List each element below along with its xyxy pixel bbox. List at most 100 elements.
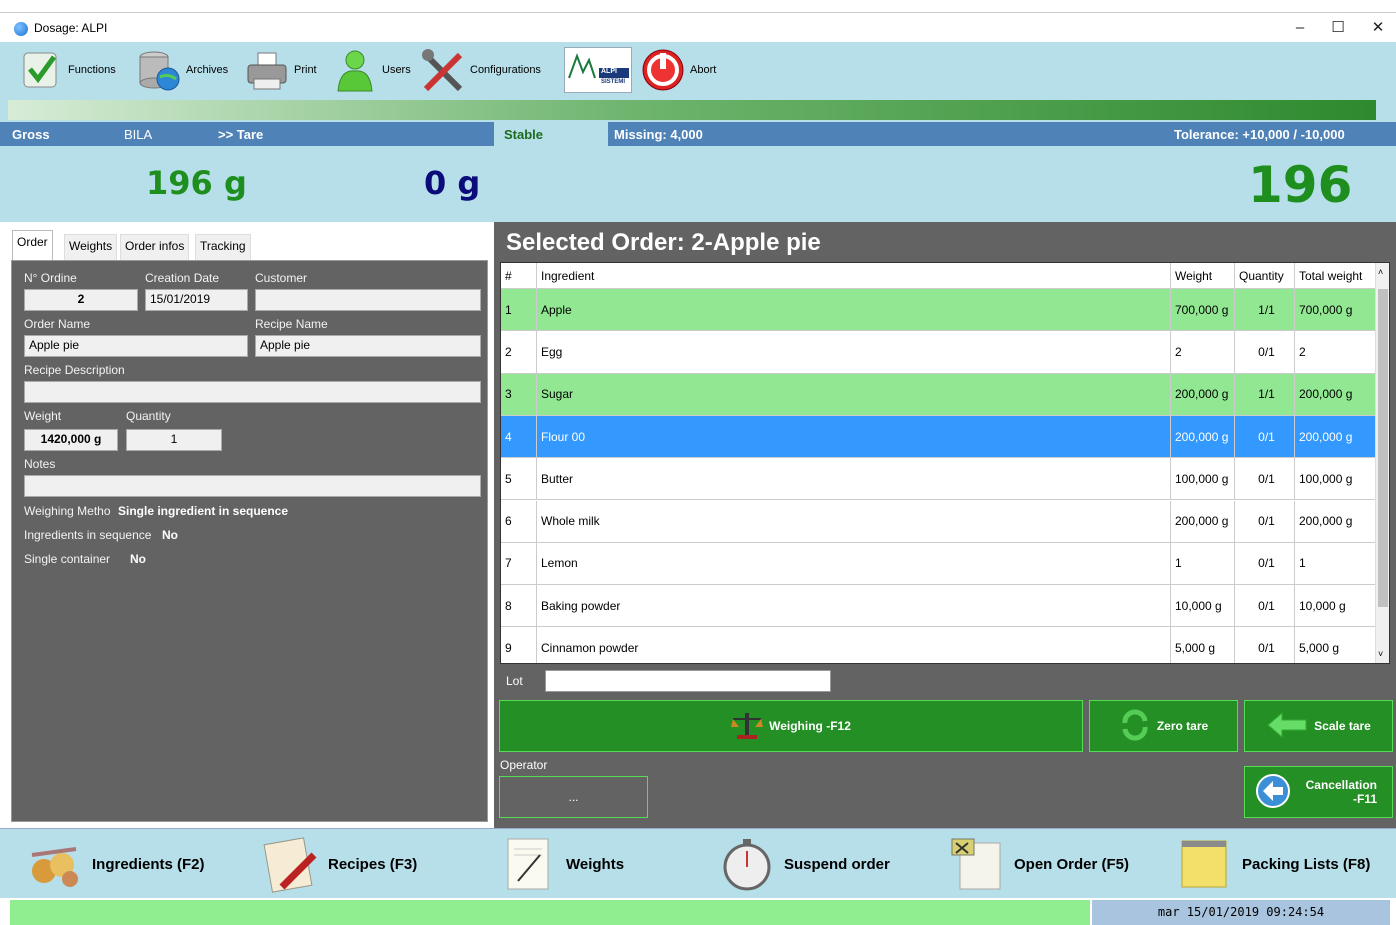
packing-lists-button[interactable]: Packing Lists (F8): [1176, 835, 1370, 893]
col-header-ingredient[interactable]: Ingredient: [537, 263, 1171, 289]
open-order-button[interactable]: Open Order (F5): [948, 835, 1129, 893]
zero-tare-label: Zero tare: [1156, 719, 1209, 733]
ingredients-button[interactable]: Ingredients (F2): [26, 835, 205, 893]
order-name-field[interactable]: Apple pie: [24, 335, 248, 357]
alpi-sistemi-logo: ALPI SISTEMI: [564, 47, 632, 93]
scale-tare-button[interactable]: Scale tare: [1244, 700, 1393, 752]
row-quantity: 0/1: [1235, 627, 1295, 663]
operator-button[interactable]: ...: [499, 776, 648, 818]
row-ingredient: Sugar: [537, 373, 1171, 415]
recipe-description-field[interactable]: [24, 381, 481, 403]
tab-order-infos[interactable]: Order infos: [120, 234, 190, 260]
tab-weights[interactable]: Weights: [64, 234, 118, 260]
weight-label: Weight: [24, 409, 62, 423]
row-ingredient: Egg: [537, 331, 1171, 373]
arrow-left-icon: [1266, 711, 1308, 742]
weights-label: Weights: [566, 855, 625, 873]
suspend-order-button[interactable]: Suspend order: [718, 835, 890, 893]
table-row[interactable]: 4 Flour 00 200,000 g 0/1 200,000 g: [501, 415, 1377, 459]
users-button[interactable]: Users: [332, 46, 411, 94]
row-quantity: 1/1: [1235, 289, 1295, 331]
archives-button[interactable]: Archives: [136, 46, 228, 94]
table-row[interactable]: 3 Sugar 200,000 g 1/1 200,000 g: [501, 373, 1377, 416]
table-row[interactable]: 7 Lemon 1 0/1 1: [501, 542, 1377, 586]
single-container-label: Single container: [24, 552, 111, 566]
table-row[interactable]: 2 Egg 2 0/1 2: [501, 331, 1377, 374]
gross-weight-value: 196 g: [146, 164, 247, 202]
minimize-button[interactable]: –: [1280, 17, 1320, 39]
quantity-field[interactable]: 1: [126, 429, 222, 451]
row-number: 1: [501, 289, 537, 331]
tab-tracking[interactable]: Tracking: [195, 234, 251, 260]
scroll-up-icon[interactable]: ˄: [1378, 267, 1383, 277]
row-quantity: 0/1: [1235, 331, 1295, 373]
row-quantity: 1/1: [1235, 373, 1295, 415]
weighing-button[interactable]: Weighing -F12: [499, 700, 1083, 752]
col-header-number[interactable]: #: [501, 263, 537, 289]
customer-label: Customer: [255, 271, 308, 285]
suspend-order-label: Suspend order: [784, 855, 890, 873]
creation-date-field[interactable]: 15/01/2019: [145, 289, 248, 311]
table-row[interactable]: 6 Whole milk 200,000 g 0/1 200,000 g: [501, 500, 1377, 543]
recipe-name-label: Recipe Name: [255, 317, 328, 331]
maximize-button[interactable]: ☐: [1318, 17, 1358, 39]
table-row[interactable]: 5 Butter 100,000 g 0/1 100,000 g: [501, 458, 1377, 501]
grid-scrollbar[interactable]: ˄ ˅: [1375, 263, 1389, 663]
row-ingredient: Whole milk: [537, 500, 1171, 542]
refresh-arrows-icon: [1119, 709, 1151, 744]
zero-tare-button[interactable]: Zero tare: [1089, 700, 1238, 752]
ingredients-label: Ingredients (F2): [92, 855, 205, 873]
scale-balance-icon: [731, 709, 764, 744]
col-header-weight[interactable]: Weight: [1171, 263, 1235, 289]
recipe-name-field[interactable]: Apple pie: [255, 335, 481, 357]
row-ingredient: Butter: [537, 458, 1171, 500]
ordine-field[interactable]: 2: [24, 289, 138, 311]
notes-field[interactable]: [24, 475, 481, 497]
customer-field[interactable]: [255, 289, 481, 311]
row-quantity: 0/1: [1235, 500, 1295, 542]
row-weight: 200,000 g: [1171, 415, 1235, 458]
bottom-toolbar: Ingredients (F2) Recipes (F3) Weights Su…: [0, 828, 1396, 898]
recipes-button[interactable]: Recipes (F3): [262, 835, 417, 893]
weighing-method-label: Weighing Metho: [24, 504, 111, 518]
title-bar: Dosage: ALPI – ☐ ✕: [0, 12, 1396, 42]
row-number: 8: [501, 585, 537, 627]
single-container-value: No: [130, 552, 146, 566]
printer-icon: [244, 47, 290, 93]
row-total-weight: 200,000 g: [1295, 500, 1377, 542]
operator-button-label: ...: [568, 790, 579, 804]
row-weight: 200,000 g: [1171, 373, 1235, 415]
status-datetime: mar 15/01/2019 09:24:54: [1092, 900, 1390, 925]
row-number: 2: [501, 331, 537, 373]
grid-scroll-thumb[interactable]: [1378, 289, 1388, 607]
logo-subtext: SISTEMI: [601, 79, 626, 85]
functions-button[interactable]: Functions: [18, 46, 116, 94]
selected-order-title: Selected Order: 2-Apple pie: [506, 229, 821, 256]
close-button[interactable]: ✕: [1358, 17, 1396, 39]
abort-button[interactable]: Abort: [640, 46, 716, 94]
notes-label: Notes: [24, 457, 56, 471]
row-number: 4: [501, 415, 537, 458]
row-ingredient: Lemon: [537, 542, 1171, 585]
print-button[interactable]: Print: [244, 46, 317, 94]
col-header-quantity[interactable]: Quantity: [1235, 263, 1295, 289]
tab-order[interactable]: Order: [12, 230, 53, 260]
weighing-method-value: Single ingredient in sequence: [118, 504, 289, 518]
scale-tare-label: Scale tare: [1314, 719, 1371, 733]
table-row[interactable]: 8 Baking powder 10,000 g 0/1 10,000 g: [501, 585, 1377, 628]
sticky-note-icon: [1176, 835, 1234, 893]
row-quantity: 0/1: [1235, 458, 1295, 500]
cancellation-label: Cancellation: [1305, 778, 1377, 792]
configurations-button[interactable]: Configurations: [420, 46, 541, 94]
abort-label: Abort: [690, 64, 717, 76]
weights-button[interactable]: Weights: [500, 835, 624, 893]
table-row[interactable]: 9 Cinnamon powder 5,000 g 0/1 5,000 g: [501, 627, 1377, 663]
scroll-down-icon[interactable]: ˅: [1378, 649, 1383, 659]
weight-field[interactable]: 1420,000 g: [24, 429, 118, 451]
lot-input[interactable]: [545, 670, 831, 692]
packing-lists-label: Packing Lists (F8): [1242, 855, 1371, 873]
cancellation-button[interactable]: Cancellation -F11: [1244, 766, 1393, 818]
col-header-total-weight[interactable]: Total weight: [1295, 263, 1377, 289]
status-message-area: [10, 900, 1090, 925]
table-row[interactable]: 1 Apple 700,000 g 1/1 700,000 g: [501, 289, 1377, 332]
